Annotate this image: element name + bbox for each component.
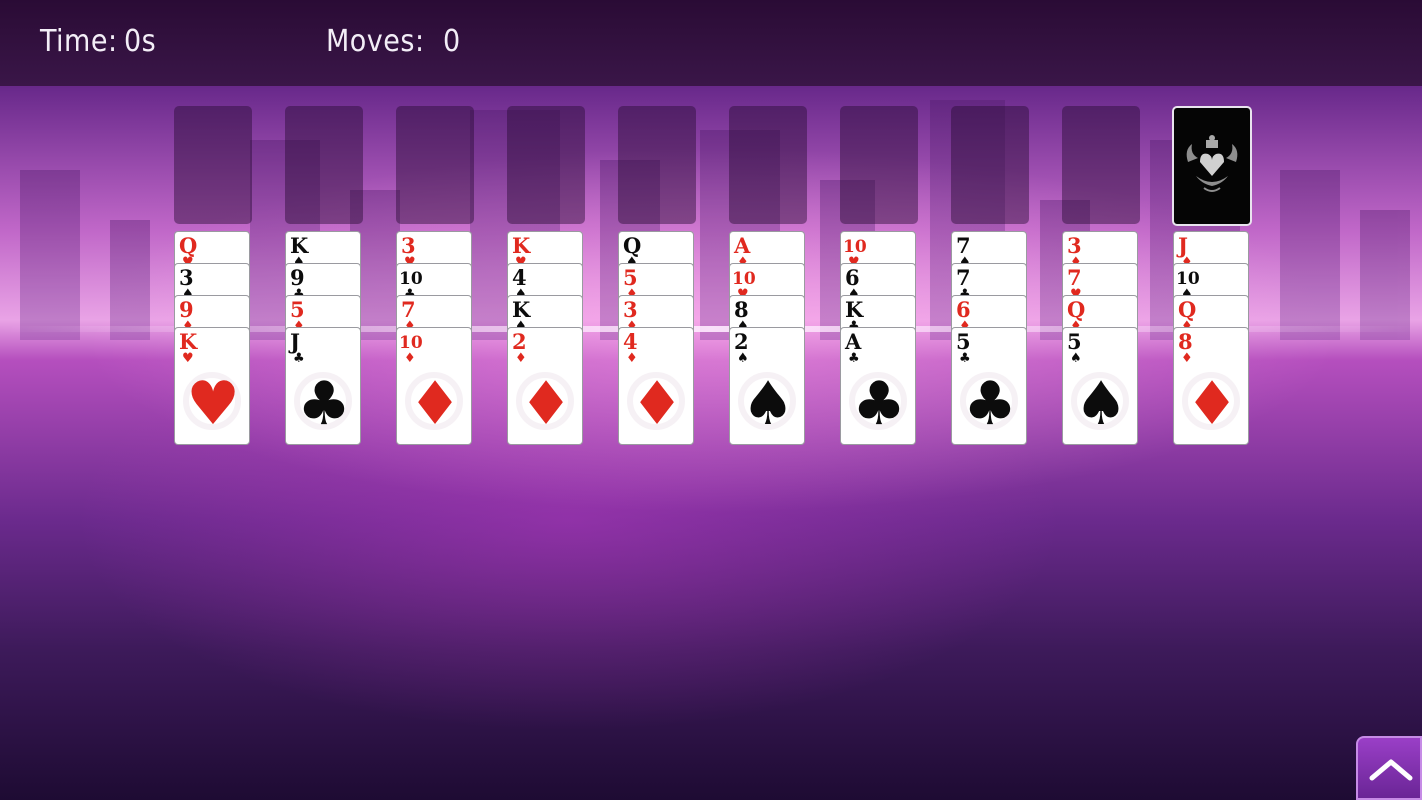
moves-value: 0	[443, 24, 461, 59]
face-up-card[interactable]: 2 ♠ ♠	[729, 327, 805, 445]
card-rank: K	[512, 297, 531, 322]
foundation-slot[interactable]	[1062, 106, 1140, 224]
card-suit-large: ♦	[630, 369, 684, 439]
card-rank: 7	[401, 297, 416, 322]
card-rank: 3	[623, 297, 638, 322]
card-rank: 7	[1067, 265, 1082, 290]
face-up-card[interactable]: J ♣ ♣	[285, 327, 361, 445]
foundation-slot[interactable]	[396, 106, 474, 224]
card-suit-pip: ♦	[626, 351, 638, 366]
face-up-card[interactable]: 2 ♦ ♦	[507, 327, 583, 445]
moves-label: Moves:	[326, 24, 425, 59]
card-rank: 3	[1067, 233, 1082, 258]
card-rank: Q	[1067, 297, 1086, 322]
face-up-card[interactable]: K ♥ ♥	[174, 327, 250, 445]
card-rank: Q	[623, 233, 642, 258]
time-value: 0s	[124, 24, 157, 59]
foundation-slot[interactable]	[618, 106, 696, 224]
face-up-card[interactable]: 8 ♦ ♦	[1173, 327, 1249, 445]
foundation-slot[interactable]	[174, 106, 252, 224]
card-rank: 8	[1178, 329, 1193, 354]
card-suit-pip: ♦	[404, 351, 416, 366]
card-suit-pip: ♥	[182, 351, 194, 366]
card-rank: 5	[623, 265, 638, 290]
foundation-slot[interactable]	[951, 106, 1029, 224]
foundation-slot[interactable]	[285, 106, 363, 224]
card-suit-pip: ♠	[1070, 351, 1082, 366]
card-rank: K	[179, 329, 198, 354]
card-rank: 9	[179, 297, 194, 322]
card-suit-pip: ♦	[1181, 351, 1193, 366]
card-rank: A	[734, 233, 751, 258]
face-up-card[interactable]: 5 ♣ ♣	[951, 327, 1027, 445]
card-rank: K	[512, 233, 531, 258]
card-rank: A	[845, 329, 862, 354]
card-rank: 8	[734, 297, 749, 322]
card-rank: Q	[179, 233, 198, 258]
card-suit-large: ♣	[963, 369, 1017, 439]
card-suit-large: ♠	[1074, 369, 1128, 439]
face-up-card[interactable]: 4 ♦ ♦	[618, 327, 694, 445]
stock-pile[interactable]	[1172, 106, 1252, 226]
card-suit-large: ♦	[519, 369, 573, 439]
card-rank: J	[290, 329, 300, 354]
time-label: Time:	[40, 24, 118, 59]
card-rank: 5	[290, 297, 305, 322]
card-rank: 6	[845, 265, 860, 290]
face-up-card[interactable]: 5 ♠ ♠	[1062, 327, 1138, 445]
card-suit-large: ♣	[297, 369, 351, 439]
card-suit-pip: ♣	[293, 351, 305, 366]
card-suit-large: ♠	[741, 369, 795, 439]
face-up-card[interactable]: 10 ♦ ♦	[396, 327, 472, 445]
top-status-bar: Time: 0s Moves: 0	[0, 0, 1422, 86]
card-suit-large: ♣	[852, 369, 906, 439]
foundation-slot[interactable]	[729, 106, 807, 224]
card-rank: 5	[956, 329, 971, 354]
card-rank: 5	[1067, 329, 1082, 354]
expand-menu-button[interactable]	[1356, 736, 1422, 800]
card-rank: 7	[956, 233, 971, 258]
card-rank: K	[845, 297, 864, 322]
foundation-slot[interactable]	[840, 106, 918, 224]
card-rank: 3	[401, 233, 416, 258]
card-rank: 3	[179, 265, 194, 290]
card-rank: Q	[1178, 297, 1197, 322]
foundation-slot[interactable]	[507, 106, 585, 224]
card-suit-pip: ♠	[737, 351, 749, 366]
card-rank: 9	[290, 265, 305, 290]
card-rank: K	[290, 233, 309, 258]
card-suit-large: ♦	[408, 369, 462, 439]
card-rank: 4	[512, 265, 527, 290]
card-suit-pip: ♣	[848, 351, 860, 366]
card-rank: 2	[512, 329, 527, 354]
card-rank: 6	[956, 297, 971, 322]
chevron-up-icon	[1369, 759, 1413, 781]
card-back-emblem-icon	[1186, 135, 1238, 192]
card-rank: J	[1178, 233, 1188, 258]
card-suit-pip: ♦	[515, 351, 527, 366]
face-up-card[interactable]: A ♣ ♣	[840, 327, 916, 445]
card-rank: 4	[623, 329, 638, 354]
card-suit-pip: ♣	[959, 351, 971, 366]
card-suit-large: ♥	[186, 369, 240, 439]
card-suit-large: ♦	[1185, 369, 1239, 439]
card-rank: 2	[734, 329, 749, 354]
card-rank: 7	[956, 265, 971, 290]
